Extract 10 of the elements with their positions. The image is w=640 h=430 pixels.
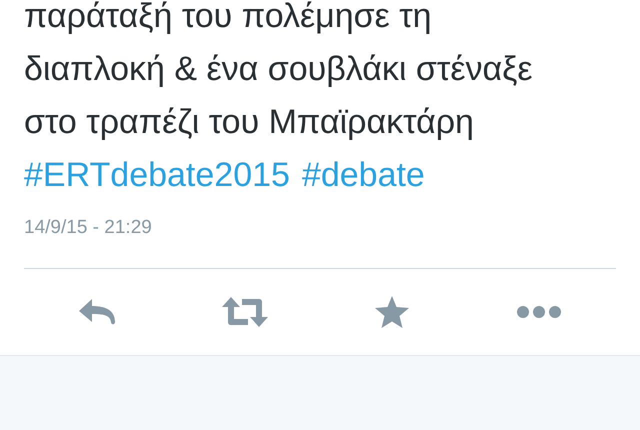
more-icon[interactable] xyxy=(516,306,560,318)
retweet-icon[interactable] xyxy=(222,297,268,327)
hashtag-link[interactable]: #ERTdebate2015 xyxy=(24,149,290,202)
tweet-text: διαπλοκή & ένα σουβλάκι στέναξε xyxy=(24,49,534,90)
star-icon[interactable] xyxy=(374,296,408,328)
tweet-timestamp: 14/9/15 - 21:29 xyxy=(24,216,153,240)
tweet-text: παράταξή του πολέμησε τη xyxy=(24,0,433,37)
reply-icon[interactable] xyxy=(78,298,116,326)
hashtag-link[interactable]: #debate xyxy=(302,149,425,202)
tweet-text: στο τραπέζι του Μπαϊρακτάρη xyxy=(24,102,475,143)
